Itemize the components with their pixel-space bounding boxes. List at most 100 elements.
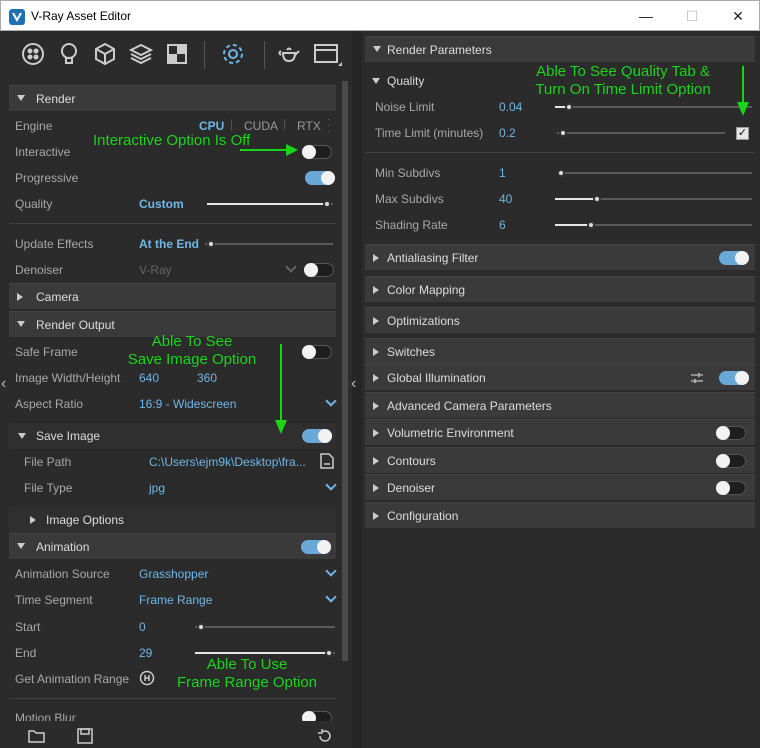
noise-limit-slider[interactable]: [555, 100, 752, 114]
chevron-down-icon[interactable]: [325, 395, 337, 407]
volumetric-environment-toggle[interactable]: [716, 426, 746, 440]
time-limit-checkbox[interactable]: ✓: [736, 127, 749, 140]
update-effects-slider[interactable]: [205, 237, 333, 251]
camera-section-header[interactable]: Camera: [9, 283, 336, 309]
minimize-button[interactable]: —: [623, 1, 669, 31]
motion-blur-toggle[interactable]: [302, 711, 332, 721]
frame-buffer-icon[interactable]: [312, 41, 342, 67]
advanced-camera-parameters-header[interactable]: Advanced Camera Parameters: [365, 392, 755, 418]
global-illumination-toggle[interactable]: [719, 371, 749, 385]
sliders-settings-icon[interactable]: [690, 371, 704, 385]
quality-row: Quality Custom: [9, 191, 336, 217]
file-type-row: File Type jpg: [9, 475, 337, 501]
update-effects-label: Update Effects: [15, 237, 94, 251]
expand-icon: [373, 429, 379, 437]
section-label: Contours: [387, 454, 436, 468]
max-subdivs-row: Max Subdivs 40: [365, 186, 755, 212]
layers-icon[interactable]: [128, 41, 154, 67]
settings-gear-icon[interactable]: [220, 41, 246, 67]
save-icon[interactable]: [77, 728, 93, 744]
progressive-row: Progressive: [9, 165, 336, 191]
start-field[interactable]: 0: [139, 620, 146, 634]
image-height-field[interactable]: 360: [197, 371, 217, 385]
global-illumination-header[interactable]: Global Illumination: [365, 364, 755, 390]
shading-rate-field[interactable]: 6: [499, 218, 506, 232]
max-subdivs-field[interactable]: 40: [499, 192, 512, 206]
engine-cpu-tab[interactable]: CPU: [199, 119, 224, 133]
expand-icon: [373, 254, 379, 262]
color-mapping-header[interactable]: Color Mapping: [365, 276, 755, 302]
shading-rate-slider[interactable]: [555, 218, 752, 232]
file-path-field[interactable]: C:\Users\ejm9k\Desktop\fra...: [149, 455, 306, 469]
section-label: Switches: [387, 345, 436, 359]
chevron-down-icon[interactable]: [325, 565, 337, 577]
collapse-left-icon[interactable]: ‹: [351, 375, 356, 393]
interactive-toggle[interactable]: [302, 145, 332, 159]
image-width-field[interactable]: 640: [139, 371, 159, 385]
chevron-down-icon[interactable]: [285, 261, 297, 273]
time-limit-field[interactable]: 0.2: [499, 126, 516, 140]
min-subdivs-field[interactable]: 1: [499, 166, 506, 180]
denoiser-header[interactable]: Denoiser: [365, 474, 755, 500]
panel-splitter[interactable]: ‹: [351, 31, 362, 748]
progressive-toggle[interactable]: [305, 171, 335, 185]
min-subdivs-slider[interactable]: [557, 166, 752, 180]
animation-toggle[interactable]: [301, 540, 331, 554]
contours-toggle[interactable]: [716, 454, 746, 468]
textures-icon[interactable]: [164, 41, 190, 67]
save-image-toggle[interactable]: [302, 429, 332, 443]
configuration-header[interactable]: Configuration: [365, 502, 755, 528]
denoiser-toggle[interactable]: [304, 263, 334, 277]
time-limit-row: Time Limit (minutes) 0.2 ✓: [365, 120, 755, 146]
optimizations-header[interactable]: Optimizations: [365, 307, 755, 333]
render-parameters-header[interactable]: Render Parameters: [365, 36, 755, 62]
aspect-ratio-select[interactable]: 16:9 - Widescreen: [139, 397, 236, 411]
time-segment-row: Time Segment Frame Range: [9, 587, 337, 613]
time-limit-slider[interactable]: [557, 126, 725, 140]
start-slider[interactable]: [195, 620, 335, 634]
geometry-icon[interactable]: [92, 41, 118, 67]
safe-frame-toggle[interactable]: [302, 345, 332, 359]
antialiasing-filter-header[interactable]: Antialiasing Filter: [365, 244, 755, 270]
maximize-button[interactable]: ☐: [669, 1, 715, 31]
more-options-icon[interactable]: · · ·: [327, 115, 330, 137]
animation-section-header[interactable]: Animation: [9, 533, 336, 559]
quality-label: Quality: [15, 197, 53, 211]
denoiser-right-toggle[interactable]: [716, 481, 746, 495]
file-type-select[interactable]: jpg: [149, 481, 165, 495]
render-teapot-icon[interactable]: [276, 41, 302, 67]
contours-header[interactable]: Contours: [365, 447, 755, 473]
chevron-down-icon[interactable]: [325, 479, 337, 491]
render-settings-list[interactable]: Render Engine CPU | CUDA | RTX · · · Inter…: [9, 81, 343, 721]
max-subdivs-slider[interactable]: [555, 192, 752, 206]
window-title: V-Ray Asset Editor: [31, 9, 132, 23]
lights-icon[interactable]: [56, 41, 82, 67]
switches-header[interactable]: Switches: [365, 338, 755, 364]
browse-file-icon[interactable]: [320, 453, 334, 469]
collapse-icon: [18, 433, 26, 439]
reset-icon[interactable]: [317, 728, 333, 744]
get-range-icon[interactable]: [139, 670, 155, 686]
interactive-label: Interactive: [15, 145, 71, 159]
expand-icon: [30, 516, 36, 524]
denoiser-value[interactable]: V-Ray: [139, 263, 172, 277]
noise-limit-field[interactable]: 0.04: [499, 100, 522, 114]
time-segment-select[interactable]: Frame Range: [139, 593, 212, 607]
volumetric-environment-header[interactable]: Volumetric Environment: [365, 419, 755, 445]
left-scrollbar[interactable]: [342, 81, 348, 661]
close-button[interactable]: ✕: [715, 1, 760, 31]
quality-slider[interactable]: [207, 197, 333, 211]
materials-icon[interactable]: [20, 41, 46, 67]
engine-cuda-tab[interactable]: CUDA: [244, 119, 278, 133]
end-field[interactable]: 29: [139, 646, 152, 660]
get-animation-range-label: Get Animation Range: [15, 672, 130, 686]
start-row: Start 0: [9, 614, 336, 640]
render-section-header[interactable]: Render: [9, 85, 336, 111]
image-options-header[interactable]: Image Options: [9, 507, 336, 533]
chevron-down-icon[interactable]: [325, 591, 337, 603]
engine-rtx-tab[interactable]: RTX: [297, 119, 321, 133]
open-folder-icon[interactable]: [28, 729, 46, 743]
expand-left-icon[interactable]: ‹: [1, 375, 6, 393]
antialiasing-toggle[interactable]: [719, 251, 749, 265]
animation-source-select[interactable]: Grasshopper: [139, 567, 208, 581]
